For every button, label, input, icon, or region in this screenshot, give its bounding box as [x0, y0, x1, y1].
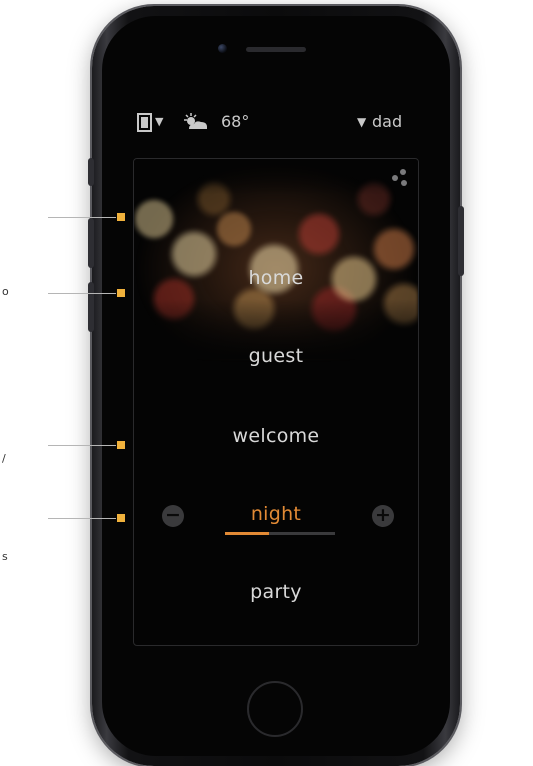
callout-line-4: [48, 518, 116, 519]
callout-marker-1: [117, 213, 125, 221]
partly-cloudy-icon: [181, 112, 211, 136]
scene-welcome[interactable]: welcome: [134, 425, 418, 447]
home-button[interactable]: [247, 681, 303, 737]
callout-text-fragment-2: /: [2, 452, 6, 465]
power-button: [458, 206, 464, 276]
earpiece-speaker: [246, 47, 306, 52]
level-slider[interactable]: [225, 532, 335, 535]
callout-line-2: [48, 293, 116, 294]
callout-text-fragment-1: o: [2, 285, 9, 298]
callout-marker-3: [117, 441, 125, 449]
volume-up-button: [88, 218, 94, 268]
book-icon[interactable]: [137, 113, 153, 136]
user-name[interactable]: dad: [372, 112, 402, 131]
scene-home[interactable]: home: [134, 267, 418, 289]
minus-icon[interactable]: −: [162, 505, 184, 527]
scene-party[interactable]: party: [134, 581, 418, 603]
callout-line-3: [48, 445, 116, 446]
volume-down-button: [88, 282, 94, 332]
status-bar: ▼ 68° ▼ dad: [137, 110, 413, 136]
temperature: 68°: [221, 112, 250, 131]
level-slider-fill: [225, 532, 269, 535]
plus-icon[interactable]: +: [372, 505, 394, 527]
scene-guest[interactable]: guest: [134, 345, 418, 367]
dots-menu-icon[interactable]: [389, 167, 411, 193]
mute-switch: [88, 158, 94, 186]
front-camera: [218, 44, 227, 53]
location-caret[interactable]: ▼: [155, 115, 163, 128]
scene-panel: home guest welcome night party − +: [133, 158, 419, 646]
callout-line-1: [48, 217, 116, 218]
callout-text-fragment-3: s: [2, 550, 8, 563]
user-caret[interactable]: ▼: [357, 115, 366, 129]
callout-marker-4: [117, 514, 125, 522]
callout-marker-2: [117, 289, 125, 297]
